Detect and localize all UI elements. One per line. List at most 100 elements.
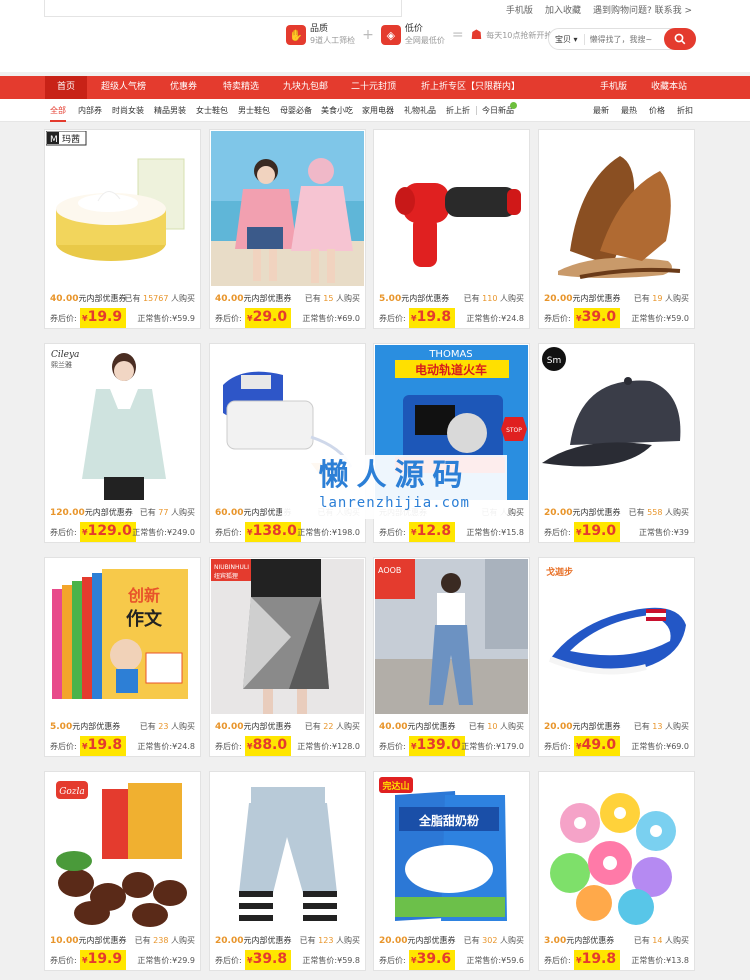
- sort-newest[interactable]: 最新: [593, 99, 609, 122]
- coupon-amount: 3.00: [544, 936, 567, 946]
- sort-price[interactable]: 价格: [649, 99, 665, 122]
- nav-home[interactable]: 首页: [45, 76, 88, 99]
- price-line: 券后价: ¥19.0 正常售价:¥39: [544, 522, 689, 542]
- normal-price-value: 249.0: [172, 528, 195, 537]
- sold-number: 22: [323, 722, 334, 731]
- sold-suffix: 人购买: [500, 936, 524, 945]
- coupon-price: ¥19.0: [574, 522, 621, 542]
- search-button[interactable]: [664, 28, 696, 50]
- sold-number: 123: [318, 936, 334, 945]
- product-image[interactable]: M 玛茜: [46, 131, 199, 286]
- coupon-price: ¥19.9: [80, 950, 127, 970]
- logo-area[interactable]: [44, 0, 402, 17]
- product-card[interactable]: Gozla 10.00元内部优惠券 已有 238 人购买 券后价: ¥19.9 …: [44, 771, 201, 971]
- product-card[interactable]: NIUBINHULI 纽宾狐狸 40.00元内部优惠券 已有 22 人购买 券后…: [209, 557, 366, 757]
- product-card[interactable]: 5.00元内部优惠券 已有 110 人购买 券后价: ¥19.8 正常售价:¥2…: [373, 129, 530, 329]
- price-line: 券后价: ¥139.0 正常售价:¥179.0: [379, 736, 524, 756]
- product-card[interactable]: Sm 20.00元内部优惠券 已有 558 人购买 券后价: ¥19.0 正常售…: [538, 343, 695, 543]
- sold-count: 已有 15 人购买: [305, 293, 360, 305]
- sort-hottest[interactable]: 最热: [621, 99, 637, 122]
- cat-food[interactable]: 美食小吃: [321, 99, 353, 122]
- sold-prefix: 已有: [628, 508, 645, 517]
- sort-discount[interactable]: 折扣: [677, 99, 693, 122]
- normal-price-label: 正常售价:: [297, 528, 332, 537]
- coupon-price-value: 19.8: [87, 737, 123, 753]
- cat-gifts[interactable]: 礼物礼品: [404, 99, 436, 122]
- product-card[interactable]: 戈迦步 20.00元内部优惠券 已有 13 人购买 券后价: ¥49.0 正常售…: [538, 557, 695, 757]
- product-card[interactable]: Cileya 熙兰雅 120.00元内部优惠券 已有 77 人购买 券后价: ¥…: [44, 343, 201, 543]
- sold-suffix: 人购买: [665, 722, 689, 731]
- cat-appliances[interactable]: 家用电器: [362, 99, 394, 122]
- product-card[interactable]: 3.00元内部优惠券 已有 14 人购买 券后价: ¥19.8 正常售价:¥13…: [538, 771, 695, 971]
- cat-all[interactable]: 全部: [50, 99, 66, 122]
- mobile-link[interactable]: 手机版: [506, 3, 533, 16]
- product-image[interactable]: [540, 773, 693, 928]
- product-card[interactable]: 20.00元内部优惠券 已有 19 人购买 券后价: ¥39.0 正常售价:¥5…: [538, 129, 695, 329]
- product-image[interactable]: 创新 作文: [46, 559, 199, 714]
- nav-coupons[interactable]: 优惠券: [170, 76, 197, 99]
- product-image[interactable]: AOOB: [375, 559, 528, 714]
- nav-mobile[interactable]: 手机版: [600, 76, 627, 99]
- product-image[interactable]: [375, 131, 528, 286]
- brand-label: 完达山: [382, 780, 409, 792]
- normal-price: 正常售价:¥29.9: [137, 955, 195, 966]
- nav-deals[interactable]: 特卖精选: [223, 76, 259, 99]
- product-card[interactable]: 20.00元内部优惠券 已有 123 人购买 券后价: ¥39.8 正常售价:¥…: [209, 771, 366, 971]
- product-card[interactable]: M 玛茜 40.00元内部优惠券 已有 15767 人购买 券后价: ¥19.9…: [44, 129, 201, 329]
- cat-new-today[interactable]: 今日新品: [482, 99, 514, 122]
- product-card[interactable]: 40.00元内部优惠券 已有 15 人购买 券后价: ¥29.0 正常售价:¥6…: [209, 129, 366, 329]
- after-coupon-label: 券后价:: [215, 314, 242, 323]
- after-coupon-label: 券后价:: [50, 956, 77, 965]
- normal-price-value: 13.8: [671, 956, 689, 965]
- coupon-line: 40.00元内部优惠券 已有 15767 人购买: [50, 293, 195, 305]
- sold-count: 已有 110 人购买: [464, 293, 524, 305]
- nav-bookmark[interactable]: 收藏本站: [651, 76, 687, 99]
- product-image[interactable]: Cileya 熙兰雅: [46, 345, 199, 500]
- product-image[interactable]: 戈迦步: [540, 559, 693, 714]
- product-image[interactable]: Gozla: [46, 773, 199, 928]
- nav-popular[interactable]: 超级人气榜: [101, 76, 146, 99]
- feature-daily-text: 每天10点抢新开抢: [486, 30, 553, 40]
- coupon-amount: 20.00: [544, 722, 573, 732]
- cat-women-shoes[interactable]: 女士鞋包: [196, 99, 228, 122]
- product-image[interactable]: NIUBINHULI 纽宾狐狸: [211, 559, 364, 714]
- product-card[interactable]: AOOB 40.00元内部优惠券 已有 10 人购买 券后价: ¥139.0 正…: [373, 557, 530, 757]
- product-title: 电动轨道火车: [415, 362, 487, 377]
- search-category-select[interactable]: 宝贝 ▾: [549, 33, 585, 45]
- bookmark-link[interactable]: 加入收藏: [545, 3, 581, 16]
- sold-number: 15: [323, 294, 334, 303]
- coupon-price-value: 19.0: [581, 523, 617, 539]
- sold-suffix: 人购买: [665, 508, 689, 517]
- product-image[interactable]: 完达山 全脂甜奶粉: [375, 773, 528, 928]
- nav-discount-zone[interactable]: 折上折专区【只限群内】: [421, 76, 520, 99]
- nav-9-9[interactable]: 九块九包邮: [283, 76, 328, 99]
- product-card[interactable]: 创新 作文 5.00元内部优惠券 已有 23 人购买 券后价: ¥19.8 正常…: [44, 557, 201, 757]
- product-image[interactable]: [540, 131, 693, 286]
- product-image[interactable]: Sm: [540, 345, 693, 500]
- cat-men-shoes[interactable]: 男士鞋包: [238, 99, 270, 122]
- product-image[interactable]: [211, 131, 364, 286]
- coupon-price: ¥19.8: [574, 950, 621, 970]
- help-link[interactable]: 遇到购物问题? 联系我 >: [593, 3, 692, 16]
- product-image[interactable]: [211, 773, 364, 928]
- normal-price-label: 正常售价:: [302, 314, 338, 323]
- feature-price: ◈ 低价 全网最低价: [380, 24, 445, 46]
- product-card[interactable]: 完达山 全脂甜奶粉 20.00元内部优惠券 已有 302 人购买 券后价: ¥3…: [373, 771, 530, 971]
- coupon-price-value: 12.8: [416, 523, 452, 539]
- cat-internal-coupon[interactable]: 内部券: [78, 99, 102, 122]
- cat-discount[interactable]: 折上折: [446, 99, 470, 122]
- cat-women[interactable]: 时尚女装: [112, 99, 144, 122]
- feature-strip: ✋ 品质 9道人工筛检 + ◈ 低价 全网最低价 = ☗ 每天10点抢新开抢: [286, 24, 552, 46]
- sold-suffix: 人购买: [665, 294, 689, 303]
- cat-men[interactable]: 精品男装: [154, 99, 186, 122]
- normal-price-label: 正常售价:: [132, 528, 167, 537]
- normal-price-value: 198.0: [337, 528, 360, 537]
- nav-20-cap[interactable]: 二十元封顶: [351, 76, 396, 99]
- search-input[interactable]: [584, 34, 655, 44]
- watermark-url: lanrenzhijia.com: [319, 495, 470, 511]
- coupon-price: ¥39.0: [574, 308, 621, 328]
- coupon-amount: 120.00: [50, 508, 85, 518]
- price-line: 券后价: ¥19.9 正常售价:¥29.9: [50, 950, 195, 970]
- after-coupon-label: 券后价:: [50, 528, 77, 537]
- cat-baby[interactable]: 母婴必备: [280, 99, 312, 122]
